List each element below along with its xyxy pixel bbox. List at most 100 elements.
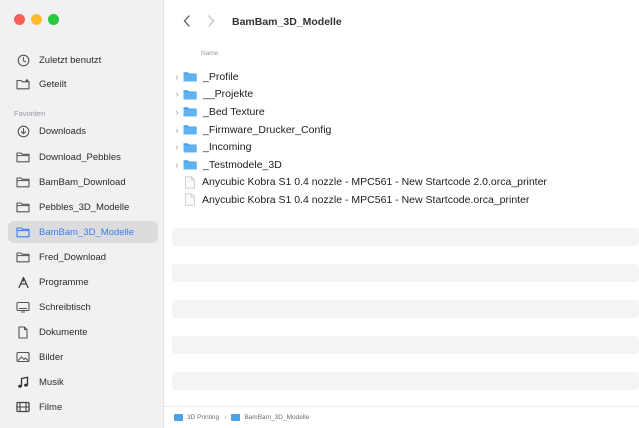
folder-icon (183, 72, 197, 82)
zoom-button[interactable] (48, 14, 59, 25)
chevron-right-icon[interactable]: › (172, 89, 182, 99)
sidebar-item-label: Pebbles_3D_Modelle (39, 201, 130, 213)
folder-icon (231, 414, 241, 421)
chevron-left-icon (183, 15, 190, 27)
list-item[interactable]: › _Profile (164, 68, 639, 86)
folder-icon (16, 225, 30, 239)
chevron-right-icon[interactable]: › (172, 160, 182, 170)
sidebar-item-label: BamBam_Download (39, 176, 126, 188)
sidebar-item-label: Geteilt (39, 78, 67, 90)
back-button[interactable] (178, 12, 196, 30)
folder-icon (183, 107, 197, 117)
list-item[interactable]: › _Bed Texture (164, 103, 639, 121)
file-name: __Projekte (203, 88, 254, 101)
file-name: _Bed Texture (203, 105, 265, 118)
sidebar-item-musik[interactable]: Musik (8, 371, 158, 393)
row-stripe (172, 264, 639, 282)
finder-window: Zuletzt benutzt Geteilt Favoriten Downlo… (0, 0, 639, 428)
file-name: _Profile (203, 70, 239, 83)
chevron-right-icon[interactable]: › (172, 107, 182, 117)
sidebar-item-label: Zuletzt benutzt (39, 54, 102, 66)
folder-icon (16, 150, 30, 164)
chevron-right-icon[interactable]: › (172, 72, 182, 82)
path-bar: 3D Printing › BamBam_3D_Modelle (164, 406, 639, 428)
download-icon (16, 124, 30, 138)
file-icon (185, 176, 195, 189)
sidebar-item-schreibtisch[interactable]: Schreibtisch (8, 296, 158, 318)
list-item[interactable]: › _Testmodele_3D (164, 156, 639, 174)
sidebar-item-filme[interactable]: Filme (8, 396, 158, 418)
sidebar-item-dokumente[interactable]: Dokumente (8, 321, 158, 343)
forward-button[interactable] (202, 12, 220, 30)
empty-list-stripes (172, 228, 639, 408)
chevron-right-icon[interactable]: › (172, 142, 182, 152)
shared-folder-icon (16, 77, 30, 91)
file-name: Anycubic Kobra S1 0.4 nozzle - MPC561 - … (202, 193, 530, 206)
sidebar-item-label: Downloads (39, 125, 86, 137)
sidebar-item-label: Schreibtisch (39, 301, 91, 313)
list-item[interactable]: › __Projekte (164, 86, 639, 104)
file-name: _Incoming (203, 141, 252, 154)
sidebar-item-programme[interactable]: Programme (8, 271, 158, 293)
path-segment-label: 3D Printing (187, 414, 220, 421)
sidebar-item-fred-download[interactable]: Fred_Download (8, 246, 158, 268)
folder-icon (183, 125, 197, 135)
file-icon (185, 193, 195, 207)
file-name: _Firmware_Drucker_Config (203, 123, 332, 136)
sidebar-item-download-pebbles[interactable]: Download_Pebbles (8, 146, 158, 168)
close-button[interactable] (14, 14, 25, 25)
sidebar-item-label: Bilder (39, 351, 64, 363)
window-title: BamBam_3D_Modelle (232, 16, 342, 28)
apps-icon (16, 275, 30, 289)
path-segment-3d-printing[interactable]: 3D Printing (174, 414, 219, 421)
row-stripe (172, 300, 639, 318)
folder-icon (16, 175, 30, 189)
path-segment-bambam-3d-modelle[interactable]: BamBam_3D_Modelle (231, 414, 309, 421)
sidebar-item-label: BamBam_3D_Modelle (39, 226, 135, 238)
chevron-right-icon: › (224, 414, 227, 421)
window-controls (14, 14, 59, 25)
column-header-label: Name (201, 50, 219, 57)
row-stripe (172, 372, 639, 390)
sidebar-item-downloads[interactable]: Downloads (8, 120, 158, 142)
sidebar-item-shared[interactable]: Geteilt (8, 73, 158, 95)
music-icon (16, 375, 30, 389)
desktop-icon (16, 300, 30, 314)
sidebar-item-bambam-download[interactable]: BamBam_Download (8, 171, 158, 193)
list-item[interactable]: › _Incoming (164, 138, 639, 156)
clock-icon (16, 53, 30, 67)
folder-icon (183, 142, 197, 153)
sidebar-item-bambam-3d-modelle[interactable]: BamBam_3D_Modelle (8, 221, 158, 243)
sidebar-item-label: Programme (39, 276, 89, 288)
row-stripe (172, 336, 639, 354)
folder-icon (183, 160, 197, 170)
photo-icon (16, 350, 30, 364)
sidebar-item-label: Filme (39, 401, 63, 413)
file-name: Anycubic Kobra S1 0.4 nozzle - MPC561 - … (202, 176, 547, 189)
folder-icon (183, 90, 197, 100)
folder-icon (16, 200, 30, 214)
toolbar: BamBam_3D_Modelle (164, 0, 639, 42)
list-item[interactable]: Anycubic Kobra S1 0.4 nozzle - MPC561 - … (164, 174, 639, 192)
file-list: › _Profile › __Projekte › _Bed Texture ›… (164, 68, 639, 209)
sidebar-item-bilder[interactable]: Bilder (8, 346, 158, 368)
path-segment-label: BamBam_3D_Modelle (244, 414, 310, 421)
sidebar: Zuletzt benutzt Geteilt Favoriten Downlo… (0, 0, 164, 428)
sidebar-item-pebbles-3d-modelle[interactable]: Pebbles_3D_Modelle (8, 196, 158, 218)
minimize-button[interactable] (31, 14, 42, 25)
film-icon (16, 400, 30, 414)
document-icon (16, 325, 30, 339)
column-header-name[interactable]: Name (164, 46, 639, 64)
row-stripe (172, 228, 639, 246)
list-item[interactable]: Anycubic Kobra S1 0.4 nozzle - MPC561 - … (164, 191, 639, 209)
sidebar-item-label: Download_Pebbles (39, 151, 121, 163)
folder-icon (174, 414, 183, 421)
favorites-section-label: Favoriten (14, 109, 46, 118)
folder-icon (16, 250, 30, 264)
chevron-right-icon[interactable]: › (172, 125, 182, 135)
list-item[interactable]: › _Firmware_Drucker_Config (164, 121, 639, 139)
sidebar-item-recents[interactable]: Zuletzt benutzt (8, 49, 158, 71)
file-name: _Testmodele_3D (203, 158, 282, 171)
sidebar-item-label: Fred_Download (39, 251, 107, 263)
sidebar-item-label: Dokumente (39, 326, 88, 338)
